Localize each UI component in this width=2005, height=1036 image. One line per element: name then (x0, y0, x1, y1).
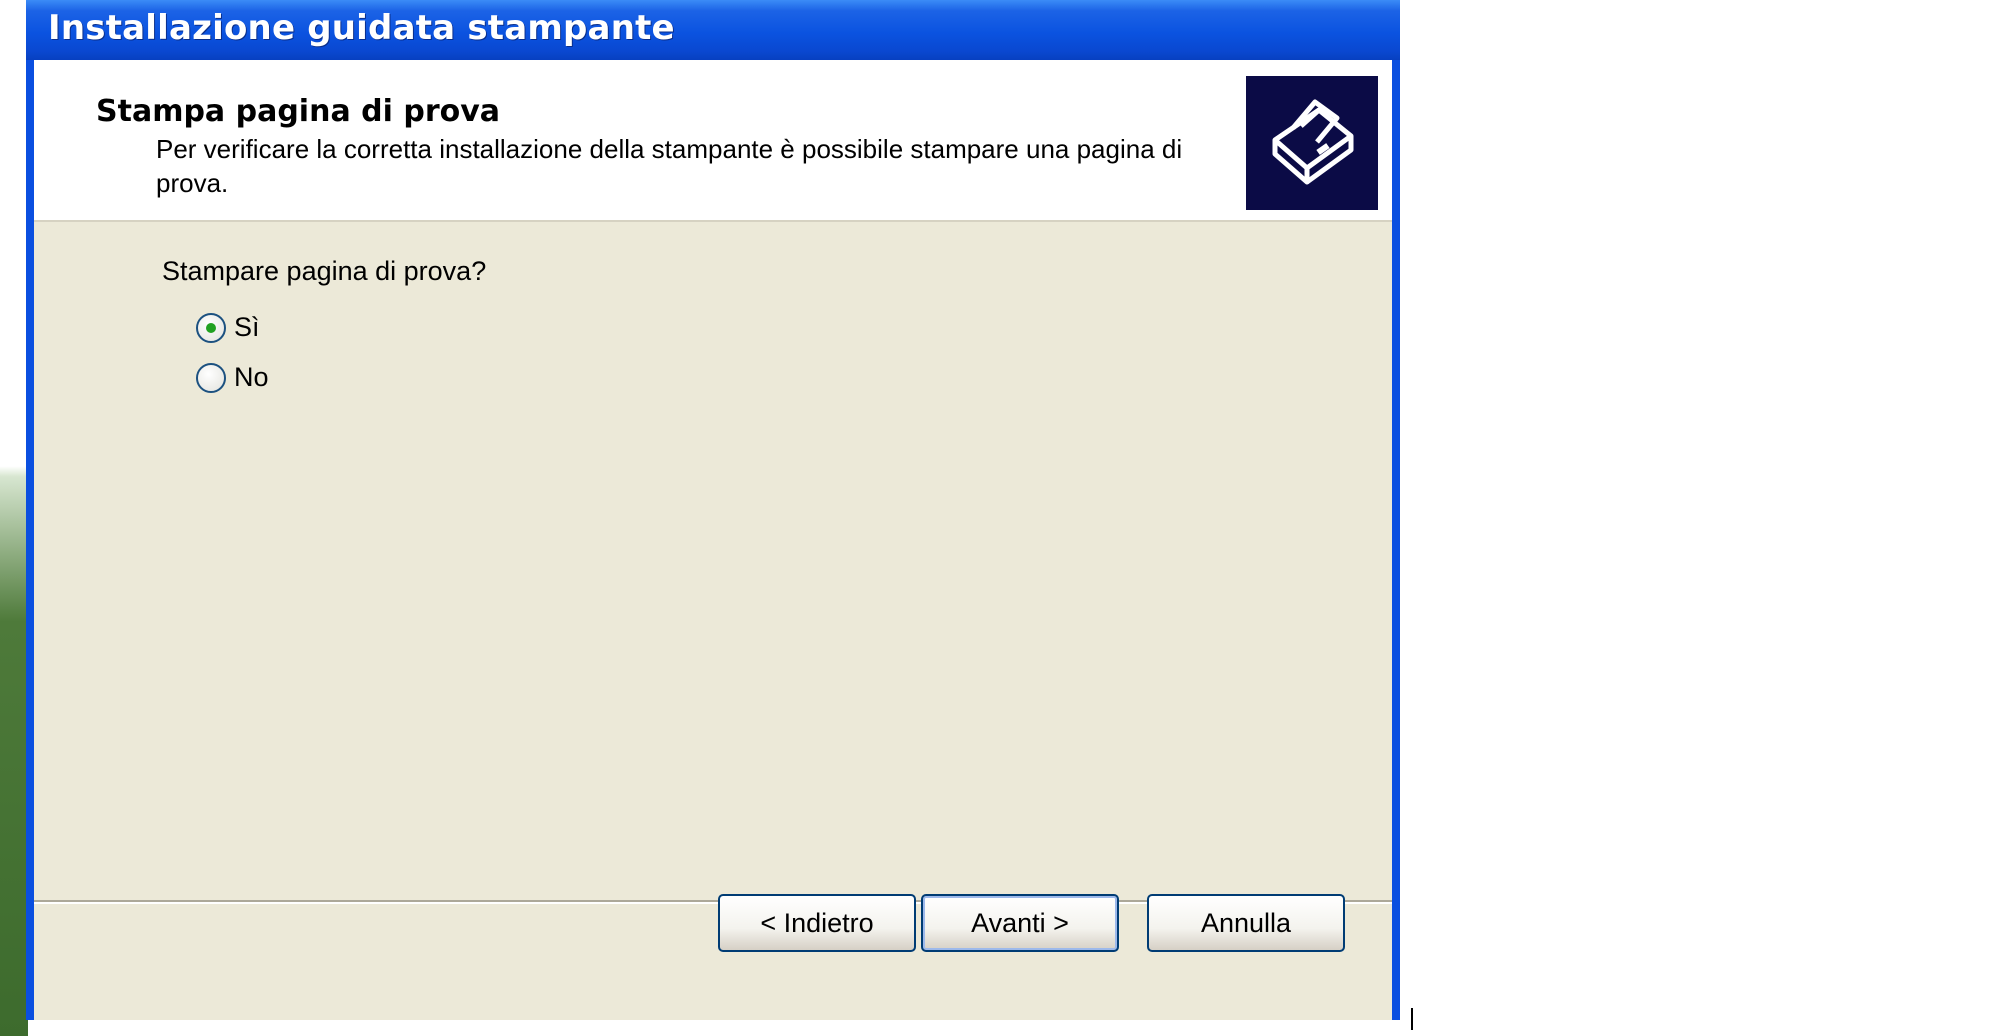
cancel-button[interactable]: Annulla (1147, 894, 1345, 952)
window-title: Installazione guidata stampante (48, 8, 675, 48)
printer-icon (1246, 76, 1378, 210)
dialog-body: Stampa pagina di prova Per verificare la… (34, 60, 1392, 1020)
back-button[interactable]: < Indietro (718, 894, 916, 952)
wizard-window: Installazione guidata stampante Stampa p… (26, 0, 1400, 1020)
option-no[interactable]: No (196, 362, 269, 393)
title-bar[interactable]: Installazione guidata stampante (26, 0, 1400, 60)
desktop-background (0, 0, 28, 1036)
wizard-header: Stampa pagina di prova Per verificare la… (34, 60, 1392, 222)
text-cursor (1411, 1008, 1413, 1030)
option-no-label: No (234, 362, 269, 392)
option-yes[interactable]: Sì (196, 312, 260, 343)
test-page-question: Stampare pagina di prova? (162, 256, 487, 286)
radio-no[interactable] (196, 362, 226, 393)
page-title: Stampa pagina di prova (96, 94, 501, 129)
next-button[interactable]: Avanti > (921, 894, 1119, 952)
option-yes-label: Sì (234, 312, 260, 342)
page-subtitle: Per verificare la corretta installazione… (156, 134, 1183, 198)
radio-yes[interactable] (196, 312, 226, 343)
